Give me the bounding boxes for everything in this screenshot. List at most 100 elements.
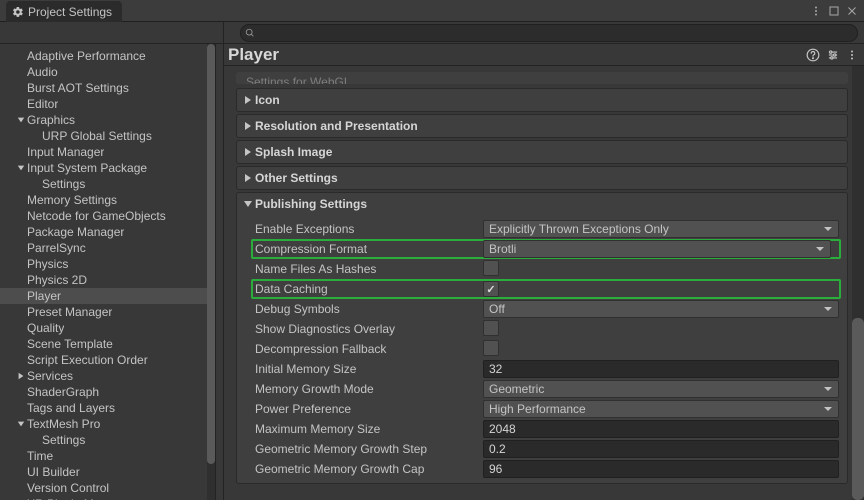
sidebar-item-physics[interactable]: Physics	[0, 256, 215, 272]
section-header-publishing-settings[interactable]: Publishing Settings	[237, 193, 847, 215]
search-input[interactable]	[240, 24, 858, 42]
sidebar-item-editor[interactable]: Editor	[0, 96, 215, 112]
sidebar-item-shadergraph[interactable]: ShaderGraph	[0, 384, 215, 400]
row-initial-memory-size: Initial Memory Size 32	[253, 359, 847, 379]
section-header-other-settings[interactable]: Other Settings	[237, 167, 847, 189]
section-publishing-settings: Publishing Settings Enable Exceptions Ex…	[236, 192, 848, 484]
sidebar-item-label: UI Builder	[27, 465, 80, 479]
label-name-files-as-hashes: Name Files As Hashes	[253, 262, 483, 276]
input-initial-memory-size[interactable]: 32	[483, 360, 839, 378]
main-scrollbar[interactable]	[852, 66, 864, 500]
section-icon: Icon	[236, 88, 848, 112]
close-icon[interactable]	[846, 5, 858, 17]
sidebar-item-netcode-for-gameobjects[interactable]: Netcode for GameObjects	[0, 208, 215, 224]
chevron-right-icon	[243, 147, 253, 157]
sidebar-item-label: Editor	[27, 97, 58, 111]
sidebar-item-services[interactable]: Services	[0, 368, 215, 384]
section-header-resolution-and-presentation[interactable]: Resolution and Presentation	[237, 115, 847, 137]
sidebar-item-label: Services	[27, 369, 73, 383]
sidebar-item-quality[interactable]: Quality	[0, 320, 215, 336]
dropdown-debug-symbols[interactable]: Off	[483, 300, 839, 318]
help-icon[interactable]	[806, 48, 820, 62]
sidebar-item-audio[interactable]: Audio	[0, 64, 215, 80]
sidebar-item-package-manager[interactable]: Package Manager	[0, 224, 215, 240]
section-title: Publishing Settings	[255, 197, 367, 211]
sidebar-item-tags-and-layers[interactable]: Tags and Layers	[0, 400, 215, 416]
kebab-menu-icon[interactable]	[810, 5, 822, 17]
sidebar-item-script-execution-order[interactable]: Script Execution Order	[0, 352, 215, 368]
input-maximum-memory-size[interactable]: 2048	[483, 420, 839, 438]
page-title: Player	[228, 45, 279, 65]
sidebar-item-adaptive-performance[interactable]: Adaptive Performance	[0, 48, 215, 64]
sidebar-item-settings[interactable]: Settings	[0, 176, 215, 192]
sidebar-item-label: Memory Settings	[27, 193, 117, 207]
section-title: Resolution and Presentation	[255, 119, 418, 133]
dropdown-power-preference[interactable]: High Performance	[483, 400, 839, 418]
sidebar-item-label: Adaptive Performance	[27, 49, 146, 63]
checkbox-decompression-fallback[interactable]	[483, 340, 499, 356]
section-header-icon[interactable]: Icon	[237, 89, 847, 111]
sidebar-item-label: Scene Template	[27, 337, 113, 351]
sidebar-item-ui-builder[interactable]: UI Builder	[0, 464, 215, 480]
sidebar-item-xr-plugin-management[interactable]: XR Plugin Management	[0, 496, 215, 500]
split-handle[interactable]	[216, 44, 224, 500]
input-geometric-memory-growth-cap[interactable]: 96	[483, 460, 839, 478]
section-other-settings: Other Settings	[236, 166, 848, 190]
chevron-down-icon[interactable]	[15, 116, 27, 124]
toolbar	[0, 22, 864, 44]
label-debug-symbols: Debug Symbols	[253, 302, 483, 316]
row-name-files-as-hashes: Name Files As Hashes	[253, 259, 847, 279]
sidebar-scrollbar[interactable]	[207, 44, 215, 500]
row-decompression-fallback: Decompression Fallback	[253, 339, 847, 359]
sidebar-item-label: TextMesh Pro	[27, 417, 100, 431]
chevron-right-icon	[243, 95, 253, 105]
dropdown-enable-exceptions[interactable]: Explicitly Thrown Exceptions Only	[483, 220, 839, 238]
chevron-right-icon	[243, 173, 253, 183]
sidebar-item-label: Player	[27, 289, 61, 303]
row-compression-format: Compression Format Brotli	[251, 239, 841, 259]
chevron-down-icon[interactable]	[15, 420, 27, 428]
preset-icon[interactable]	[826, 48, 840, 62]
sidebar-item-input-system-package[interactable]: Input System Package	[0, 160, 215, 176]
sidebar-item-parrelsync[interactable]: ParrelSync	[0, 240, 215, 256]
sidebar-item-version-control[interactable]: Version Control	[0, 480, 215, 496]
sidebar-item-label: Package Manager	[27, 225, 124, 239]
checkbox-data-caching[interactable]	[483, 281, 499, 297]
sidebar-item-player[interactable]: Player	[0, 288, 215, 304]
chevron-right-icon[interactable]	[15, 372, 27, 380]
window-tab[interactable]: Project Settings	[6, 1, 122, 23]
input-geometric-memory-growth-step[interactable]: 0.2	[483, 440, 839, 458]
sidebar-item-physics-2d[interactable]: Physics 2D	[0, 272, 215, 288]
label-initial-memory-size: Initial Memory Size	[253, 362, 483, 376]
sidebar-item-burst-aot-settings[interactable]: Burst AOT Settings	[0, 80, 215, 96]
sidebar-item-label: Quality	[27, 321, 64, 335]
dropdown-compression-format[interactable]: Brotli	[483, 240, 831, 258]
section-header-splash-image[interactable]: Splash Image	[237, 141, 847, 163]
sidebar-item-time[interactable]: Time	[0, 448, 215, 464]
sidebar-item-textmesh-pro[interactable]: TextMesh Pro	[0, 416, 215, 432]
row-geometric-memory-growth-cap: Geometric Memory Growth Cap 96	[253, 459, 847, 479]
section-title: Other Settings	[255, 171, 338, 185]
chevron-down-icon[interactable]	[15, 164, 27, 172]
sidebar-item-label: Script Execution Order	[27, 353, 148, 367]
sidebar-item-graphics[interactable]: Graphics	[0, 112, 215, 128]
sidebar-item-memory-settings[interactable]: Memory Settings	[0, 192, 215, 208]
sidebar-item-label: URP Global Settings	[42, 129, 152, 143]
sidebar-item-input-manager[interactable]: Input Manager	[0, 144, 215, 160]
label-geometric-memory-growth-step: Geometric Memory Growth Step	[253, 442, 483, 456]
checkbox-name-files-as-hashes[interactable]	[483, 260, 499, 276]
chevron-down-icon	[243, 199, 253, 209]
dropdown-memory-growth-mode[interactable]: Geometric	[483, 380, 839, 398]
sidebar: Adaptive PerformanceAudioBurst AOT Setti…	[0, 44, 216, 500]
sidebar-item-label: Settings	[42, 177, 85, 191]
sidebar-item-settings[interactable]: Settings	[0, 432, 215, 448]
sidebar-item-urp-global-settings[interactable]: URP Global Settings	[0, 128, 215, 144]
sidebar-item-preset-manager[interactable]: Preset Manager	[0, 304, 215, 320]
main-panel: Player Settings for WebGL Icon Resolution…	[224, 44, 864, 500]
sidebar-item-scene-template[interactable]: Scene Template	[0, 336, 215, 352]
kebab-menu-icon[interactable]	[846, 48, 858, 62]
maximize-icon[interactable]	[828, 5, 840, 17]
platform-header-cutoff: Settings for WebGL	[236, 72, 848, 84]
checkbox-show-diagnostics-overlay[interactable]	[483, 320, 499, 336]
sidebar-item-label: ParrelSync	[27, 241, 86, 255]
